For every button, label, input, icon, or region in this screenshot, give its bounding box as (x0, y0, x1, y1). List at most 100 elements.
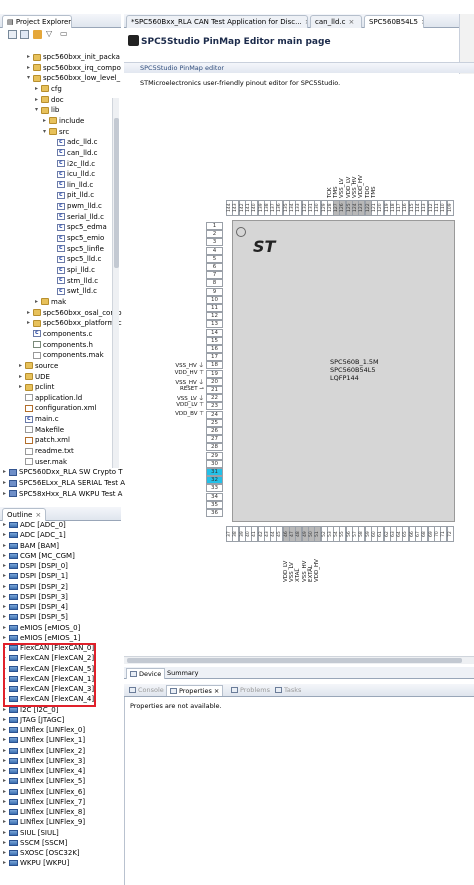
tree-item[interactable]: can_lld.c (51, 147, 97, 158)
tree-item[interactable]: ▸ spc560bxx_osal_comp (27, 308, 122, 318)
outline-item[interactable]: ▸ DSPI [DSPI_5] (3, 612, 68, 622)
outline-item[interactable]: ▸ LINflex [LINFlex_3] (3, 756, 85, 766)
outline-item[interactable]: ▸ DSPI [DSPI_4] (3, 602, 68, 612)
outline-item[interactable]: ▸ WKPU [WKPU] (3, 858, 69, 868)
pin-1[interactable]: 1 (206, 222, 223, 230)
outline-item[interactable]: ▸ DSPI [DSPI_3] (3, 592, 68, 602)
tree-item[interactable]: ▾ src (43, 127, 69, 137)
outline-item[interactable]: ▸ DSPI [DSPI_0] (3, 561, 68, 571)
pin-11[interactable]: 11 (206, 304, 223, 312)
pin-29[interactable]: 29 (206, 451, 223, 460)
pin-5[interactable]: 5 (206, 254, 223, 263)
pin-2[interactable]: 2 (206, 230, 223, 239)
tree-item[interactable]: ▸ spc560bxx_platform_c (27, 318, 122, 328)
outline-item[interactable]: ▸ LINflex [LINFlex_9] (3, 817, 85, 827)
pin-109[interactable]: 109 (446, 200, 454, 216)
tree-item[interactable]: spc5_emio (51, 233, 104, 243)
pin-72[interactable]: 72 (446, 526, 454, 542)
pin-14[interactable]: 14 (206, 328, 223, 337)
pin-7[interactable]: 7 (206, 271, 223, 280)
tree-item[interactable]: icu_lld.c (51, 169, 95, 179)
tree-item[interactable]: ▸ source (19, 361, 58, 371)
pin-32[interactable]: 32 (206, 476, 223, 485)
pin-36[interactable]: 36 (206, 509, 223, 517)
tree-item[interactable]: ▸ mak (35, 297, 66, 307)
outline-item[interactable]: ▸ JTAG [JTAGC] (3, 715, 64, 725)
pin-6[interactable]: 6 (206, 263, 223, 271)
pin-19[interactable]: 19 (206, 369, 223, 378)
pin-16[interactable]: 16 (206, 345, 223, 353)
explorer-scrollbar[interactable] (112, 98, 119, 468)
outline-item[interactable]: ▸ SIUL [SIUL] (3, 828, 59, 838)
pin-3[interactable]: 3 (206, 238, 223, 247)
tab-can-lld[interactable]: can_lld.c ⨯ (310, 15, 362, 28)
tree-item[interactable]: ▸ doc (35, 95, 64, 105)
focus-icon[interactable] (33, 30, 42, 39)
tree-item[interactable]: pwm_lld.c (51, 201, 102, 211)
outline-item[interactable]: ▸ LINflex [LINFlex_6] (3, 787, 85, 797)
scrollbar-thumb[interactable] (127, 658, 462, 663)
close-icon[interactable]: ⨯ (421, 18, 423, 26)
outline-item[interactable]: ▸ LINflex [LINFlex_5] (3, 776, 85, 786)
pin-35[interactable]: 35 (206, 500, 223, 509)
tree-item[interactable]: components.h (27, 340, 93, 350)
tree-item[interactable]: swt_lld.c (51, 286, 97, 296)
close-icon[interactable]: ⨯ (348, 18, 354, 26)
outline-item[interactable]: ▸ LINflex [LINFlex_7] (3, 797, 85, 807)
tab-pinmap[interactable]: SPC560B54L5⨯ (364, 15, 424, 28)
pin-17[interactable]: 17 (206, 353, 223, 362)
close-icon[interactable]: ⨯ (35, 511, 41, 519)
scrollbar-thumb[interactable] (114, 118, 119, 268)
tab-configuration[interactable]: *SPC560Bxx_RLA CAN Test Application for … (126, 15, 308, 28)
tree-item[interactable]: configuration.xml (19, 403, 97, 413)
tree-item[interactable]: ▸ cfg (35, 84, 62, 94)
pin-21[interactable]: 21 (206, 386, 223, 394)
tree-item[interactable]: spi_lld.c (51, 265, 95, 275)
editor-h-scrollbar[interactable] (124, 656, 474, 664)
tree-item[interactable]: Makefile (19, 425, 64, 435)
pin-28[interactable]: 28 (206, 443, 223, 452)
tree-item[interactable]: stm_lld.c (51, 275, 98, 286)
tree-item[interactable]: user.mak (19, 457, 67, 467)
minimize-icon[interactable]: ▭ (60, 29, 68, 38)
outline-item[interactable]: ▸ CGM [MC_CGM] (3, 551, 75, 561)
tree-item[interactable]: main.c (19, 414, 59, 424)
outline-item[interactable]: ▸ DSPI [DSPI_1] (3, 571, 68, 581)
tab-console[interactable]: Console (126, 685, 167, 696)
collapse-all-icon[interactable] (8, 30, 17, 39)
pin-4[interactable]: 4 (206, 246, 223, 255)
tree-item[interactable]: ▸ pclint (19, 382, 54, 392)
pin-25[interactable]: 25 (206, 418, 223, 427)
close-icon[interactable]: ⨯ (212, 687, 219, 695)
tree-item[interactable]: serial_lld.c (51, 211, 104, 222)
outline-item[interactable]: ▸ eMIOS [eMIOS_0] (3, 623, 80, 633)
pin-22[interactable]: 22 (206, 394, 223, 403)
tree-item[interactable]: ▸ SPC560Dxx_RLA SW Crypto T (3, 467, 123, 477)
pin-8[interactable]: 8 (206, 279, 223, 288)
tab-summary[interactable]: Summary (164, 668, 201, 679)
outline-item[interactable]: ▸ ADC [ADC_1] (3, 530, 66, 540)
tree-item[interactable]: patch.xml (19, 435, 70, 445)
tree-item[interactable]: adc_lld.c (51, 137, 98, 147)
tree-item[interactable]: ▾ spc560bxx_low_level_ (27, 73, 120, 83)
pin-12[interactable]: 12 (206, 312, 223, 321)
outline-item[interactable]: ▸ LINflex [LINFlex_2] (3, 746, 85, 756)
tree-item[interactable]: lin_lld.c (51, 179, 93, 190)
tree-item[interactable]: components.c (27, 328, 92, 339)
pin-15[interactable]: 15 (206, 336, 223, 345)
tab-properties[interactable]: Properties ⨯ (166, 685, 224, 696)
tree-item[interactable]: i2c_lld.c (51, 158, 95, 169)
outline-item[interactable]: ▸ LINflex [LINFlex_8] (3, 807, 85, 817)
pin-33[interactable]: 33 (206, 484, 223, 493)
tree-item[interactable]: ▸ include (43, 116, 84, 126)
tree-item[interactable]: spc5_linfle (51, 243, 104, 254)
pin-23[interactable]: 23 (206, 402, 223, 411)
pin-27[interactable]: 27 (206, 435, 223, 444)
outline-item[interactable]: ▸ DSPI [DSPI_2] (3, 582, 68, 592)
pin-26[interactable]: 26 (206, 427, 223, 435)
pin-20[interactable]: 20 (206, 377, 223, 386)
tree-item[interactable]: spc5_lld.c (51, 254, 101, 264)
outline-item[interactable]: ▸ ADC [ADC_0] (3, 520, 66, 530)
outline-item[interactable]: ▸ LINflex [LINFlex_0] (3, 725, 85, 735)
tab-problems[interactable]: Problems (228, 685, 273, 696)
